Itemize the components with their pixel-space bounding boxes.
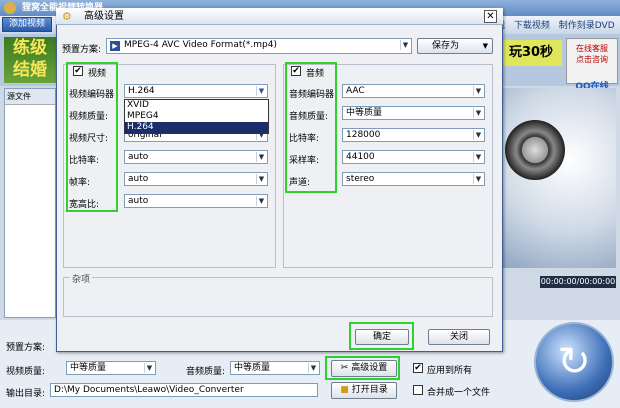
audio-codec-value: AAC bbox=[346, 86, 365, 96]
top-links: 战 下载视频 制作刻录DVD bbox=[490, 18, 620, 32]
ok-button-highlight bbox=[349, 322, 414, 350]
video-quality-value-bottom: 中等质量 bbox=[70, 363, 107, 373]
misc-label: 杂项 bbox=[70, 272, 93, 285]
preset-label-bottom: 预置方案: bbox=[6, 343, 46, 353]
video-quality-select-bottom[interactable]: 中等质量 ▼ bbox=[66, 361, 156, 375]
ad-game[interactable]: 玩30秒 bbox=[500, 40, 562, 66]
chevron-down-icon: ▼ bbox=[256, 174, 266, 184]
convert-refresh-icon: ↻ bbox=[557, 339, 591, 385]
audio-bitrate-value: 128000 bbox=[346, 130, 381, 140]
chevron-down-icon: ▼ bbox=[473, 152, 483, 162]
video-aspect-value: auto bbox=[128, 196, 149, 206]
audio-labels-highlight bbox=[285, 62, 337, 193]
apply-all-checkbox[interactable]: ✔ bbox=[413, 363, 423, 373]
output-path-value: D:\My Documents\Leawo\Video_Converter bbox=[54, 385, 244, 395]
chevron-down-icon: ▼ bbox=[473, 108, 483, 118]
chevron-down-icon: ▼ bbox=[482, 42, 488, 50]
output-path-field[interactable]: D:\My Documents\Leawo\Video_Converter bbox=[50, 383, 318, 397]
video-format-icon: ▶ bbox=[110, 41, 120, 51]
chevron-down-icon: ▼ bbox=[144, 363, 154, 373]
dialog-preset-value: MPEG-4 AVC Video Format(*.mp4) bbox=[124, 40, 277, 50]
output-dir-label: 输出目录: bbox=[6, 389, 46, 399]
audio-quality-select-bottom[interactable]: 中等质量 ▼ bbox=[230, 361, 320, 375]
top-link-dvd[interactable]: 制作刻录DVD bbox=[559, 21, 615, 31]
video-labels-highlight bbox=[66, 62, 118, 212]
film-reel-icon bbox=[505, 120, 565, 180]
audio-bitrate-select[interactable]: 128000 ▼ bbox=[342, 128, 485, 142]
ad-service-text: 在线客服 点击咨询 bbox=[576, 44, 608, 64]
top-link-download[interactable]: 下载视频 bbox=[514, 21, 550, 31]
video-quality-label-bottom: 视频质量: bbox=[6, 367, 46, 377]
app-logo-icon bbox=[4, 2, 16, 14]
video-codec-select[interactable]: H.264 ▼ bbox=[124, 84, 268, 98]
audio-channels-value: stereo bbox=[346, 174, 375, 184]
audio-quality-label-bottom: 音频质量: bbox=[186, 367, 226, 377]
audio-quality-select[interactable]: 中等质量 ▼ bbox=[342, 106, 485, 120]
open-directory-label: 打开目录 bbox=[351, 385, 388, 395]
preview-area bbox=[500, 88, 616, 268]
dialog-title: 高级设置 bbox=[56, 8, 503, 25]
folder-icon: ■ bbox=[340, 385, 349, 395]
chevron-down-icon: ▼ bbox=[256, 86, 266, 96]
time-readout: 00:00:00/00:00:00 bbox=[540, 276, 616, 288]
codec-option[interactable]: XVID bbox=[125, 100, 268, 111]
audio-samplerate-select[interactable]: 44100 ▼ bbox=[342, 150, 485, 164]
chevron-down-icon: ▼ bbox=[256, 152, 266, 162]
video-codec-dropdown: XVID MPEG4 H.264 bbox=[124, 99, 269, 134]
codec-option-selected[interactable]: H.264 bbox=[125, 122, 268, 133]
chevron-down-icon: ▼ bbox=[308, 363, 318, 373]
advanced-settings-highlight bbox=[325, 356, 400, 380]
chevron-down-icon: ▼ bbox=[256, 196, 266, 206]
ad-service[interactable]: 在线客服 点击咨询 QQ在线 bbox=[566, 38, 618, 92]
save-as-label: 保存为 bbox=[432, 41, 460, 51]
chevron-down-icon: ▼ bbox=[473, 174, 483, 184]
close-button[interactable]: 关闭 bbox=[428, 329, 490, 345]
video-aspect-select[interactable]: auto ▼ bbox=[124, 194, 268, 208]
misc-section bbox=[63, 277, 493, 317]
audio-channels-select[interactable]: stereo ▼ bbox=[342, 172, 485, 186]
apply-all-label: 应用到所有 bbox=[427, 366, 473, 376]
convert-button[interactable]: ↻ bbox=[534, 322, 614, 402]
video-bitrate-select[interactable]: auto ▼ bbox=[124, 150, 268, 164]
chevron-down-icon: ▼ bbox=[473, 130, 483, 140]
chevron-down-icon: ▼ bbox=[400, 40, 410, 50]
source-file-header: 源文件 bbox=[5, 89, 55, 105]
merge-label: 合并成一个文件 bbox=[427, 388, 491, 398]
chevron-down-icon: ▼ bbox=[473, 86, 483, 96]
video-framerate-select[interactable]: auto ▼ bbox=[124, 172, 268, 186]
audio-quality-value-bottom: 中等质量 bbox=[234, 363, 271, 373]
video-codec-value: H.264 bbox=[128, 86, 155, 96]
settings-icon: ⚙ bbox=[62, 10, 72, 23]
open-directory-button[interactable]: ■ 打开目录 bbox=[331, 382, 397, 399]
audio-codec-select[interactable]: AAC ▼ bbox=[342, 84, 485, 98]
merge-checkbox[interactable] bbox=[413, 385, 423, 395]
video-bitrate-value: auto bbox=[128, 152, 149, 162]
close-icon[interactable]: ✕ bbox=[484, 10, 497, 23]
source-file-panel: 源文件 bbox=[4, 88, 56, 318]
add-video-button[interactable]: 添加视频 bbox=[2, 17, 52, 32]
audio-quality-value: 中等质量 bbox=[346, 108, 383, 118]
dialog-preset-select[interactable]: ▶ MPEG-4 AVC Video Format(*.mp4) ▼ bbox=[106, 38, 412, 54]
ad-left[interactable]: 练级 结婚 bbox=[4, 37, 56, 83]
video-framerate-value: auto bbox=[128, 174, 149, 184]
dialog-preset-label: 预置方案: bbox=[62, 45, 102, 55]
codec-option[interactable]: MPEG4 bbox=[125, 111, 268, 122]
audio-samplerate-value: 44100 bbox=[346, 152, 375, 162]
save-as-button[interactable]: 保存为 ▼ bbox=[417, 38, 493, 54]
